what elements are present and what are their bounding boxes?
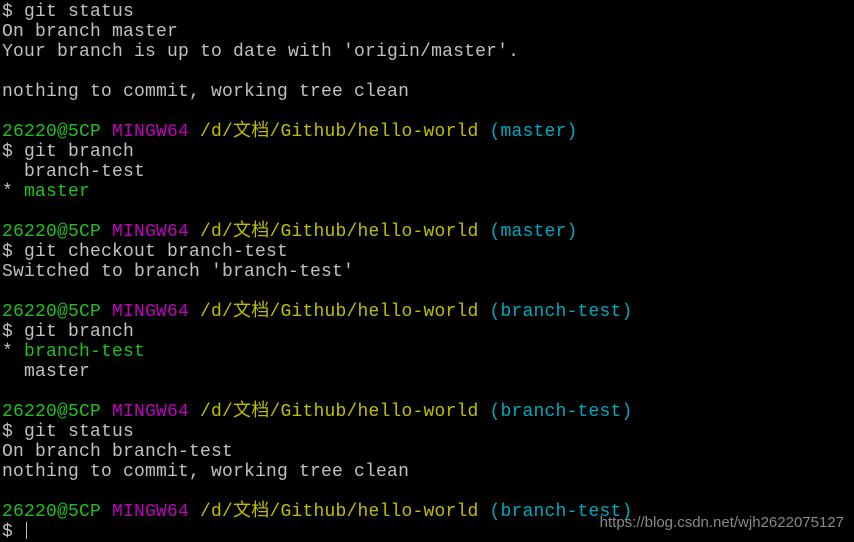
terminal-text-user: 26220@5CP [2, 302, 113, 322]
terminal-text-user: 26220@5CP [2, 222, 113, 242]
terminal-line: branch-test [2, 162, 633, 182]
terminal-text-path: /d/文档/Github/hello-world [200, 222, 490, 242]
terminal-text-system: MINGW64 [112, 302, 201, 322]
terminal-text-branch: (master) [490, 0, 578, 2]
terminal-text-text: master [2, 362, 91, 382]
terminal-line: $ git branch [2, 322, 633, 342]
watermark: https://blog.csdn.net/wjh2622075127 [599, 514, 844, 531]
terminal-text-text: * [2, 182, 25, 202]
terminal-text-text: nothing to commit, working tree clean [2, 82, 410, 102]
terminal-text-text: * [2, 342, 25, 362]
terminal-text-branch: (master) [489, 222, 578, 242]
terminal-text-system: MINGW64 [112, 122, 201, 142]
terminal-line: 26220@5CP MINGW64 /d/文档/Github/hello-wor… [2, 302, 633, 322]
terminal-text-text: On branch master [2, 22, 179, 42]
terminal-text-text: Your branch is up to date with 'origin/m… [2, 42, 520, 62]
terminal-line: master [2, 362, 633, 382]
terminal-line: 26220@5CP MINGW64 /d/文档/Github/hello-wor… [2, 402, 633, 422]
terminal-line: $ git status [2, 422, 633, 442]
terminal-text-text: $ git branch [2, 142, 135, 162]
terminal-text-branch: (master) [489, 122, 578, 142]
terminal-line: nothing to commit, working tree clean [2, 462, 633, 482]
terminal-line: Your branch is up to date with 'origin/m… [2, 42, 633, 62]
terminal-text-text: $ git checkout branch-test [2, 242, 289, 262]
terminal-text-text: $ git status [2, 422, 135, 442]
terminal-line: 26220@5CP MINGW64 /d/文档/Github/hello-wor… [2, 502, 633, 522]
terminal-text-text: $ git branch [2, 322, 135, 342]
terminal-line: $ [2, 522, 633, 542]
terminal-line: 26220@5CP MINGW64 /d/文档/Github/hello-wor… [2, 222, 633, 242]
terminal-line: $ git branch [2, 142, 633, 162]
terminal-text-system: MINGW64 [112, 502, 201, 522]
terminal-text-branch: (branch-test) [489, 302, 633, 322]
terminal-text-current-branch: master [24, 182, 91, 202]
terminal-text-text: nothing to commit, working tree clean [2, 462, 410, 482]
terminal-text-text: On branch branch-test [2, 442, 234, 462]
terminal-text-current-branch: branch-test [24, 342, 146, 362]
terminal-output[interactable]: 26220@5CP MINGW64 /d/文档/Github/hello-wor… [2, 0, 633, 542]
terminal-line: * branch-test [2, 342, 633, 362]
text-cursor [26, 522, 28, 539]
terminal-line: $ git status [2, 2, 633, 22]
terminal-text-system: MINGW64 [112, 402, 201, 422]
terminal-text-text: Switched to branch 'branch-test' [2, 262, 355, 282]
terminal-line: On branch branch-test [2, 442, 633, 462]
terminal-text-text: $ git status [2, 2, 135, 22]
terminal-text-path: /d/文档/Github/hello-world [200, 302, 490, 322]
terminal-line: * master [2, 182, 633, 202]
terminal-text-text: branch-test [2, 162, 146, 182]
terminal-text-path: /d/文档/Github/hello-world [200, 122, 490, 142]
terminal-text-path: /d/文档/Github/hello-world [200, 0, 489, 2]
terminal-text-system: MINGW64 [112, 222, 201, 242]
terminal-text-path: /d/文档/Github/hello-world [200, 402, 490, 422]
terminal-line: On branch master [2, 22, 633, 42]
terminal-line: 26220@5CP MINGW64 /d/文档/Github/hello-wor… [2, 122, 633, 142]
terminal-text-text: $ [2, 522, 25, 542]
terminal-text-path: /d/文档/Github/hello-world [200, 502, 490, 522]
terminal-text-branch: (branch-test) [489, 402, 633, 422]
terminal-text-user: 26220@5CP [2, 402, 113, 422]
terminal-text-user: 26220@5CP [2, 502, 113, 522]
terminal-line: Switched to branch 'branch-test' [2, 262, 633, 282]
terminal-line: nothing to commit, working tree clean [2, 82, 633, 102]
terminal-text-user: 26220@5CP [2, 122, 113, 142]
terminal-line: $ git checkout branch-test [2, 242, 633, 262]
